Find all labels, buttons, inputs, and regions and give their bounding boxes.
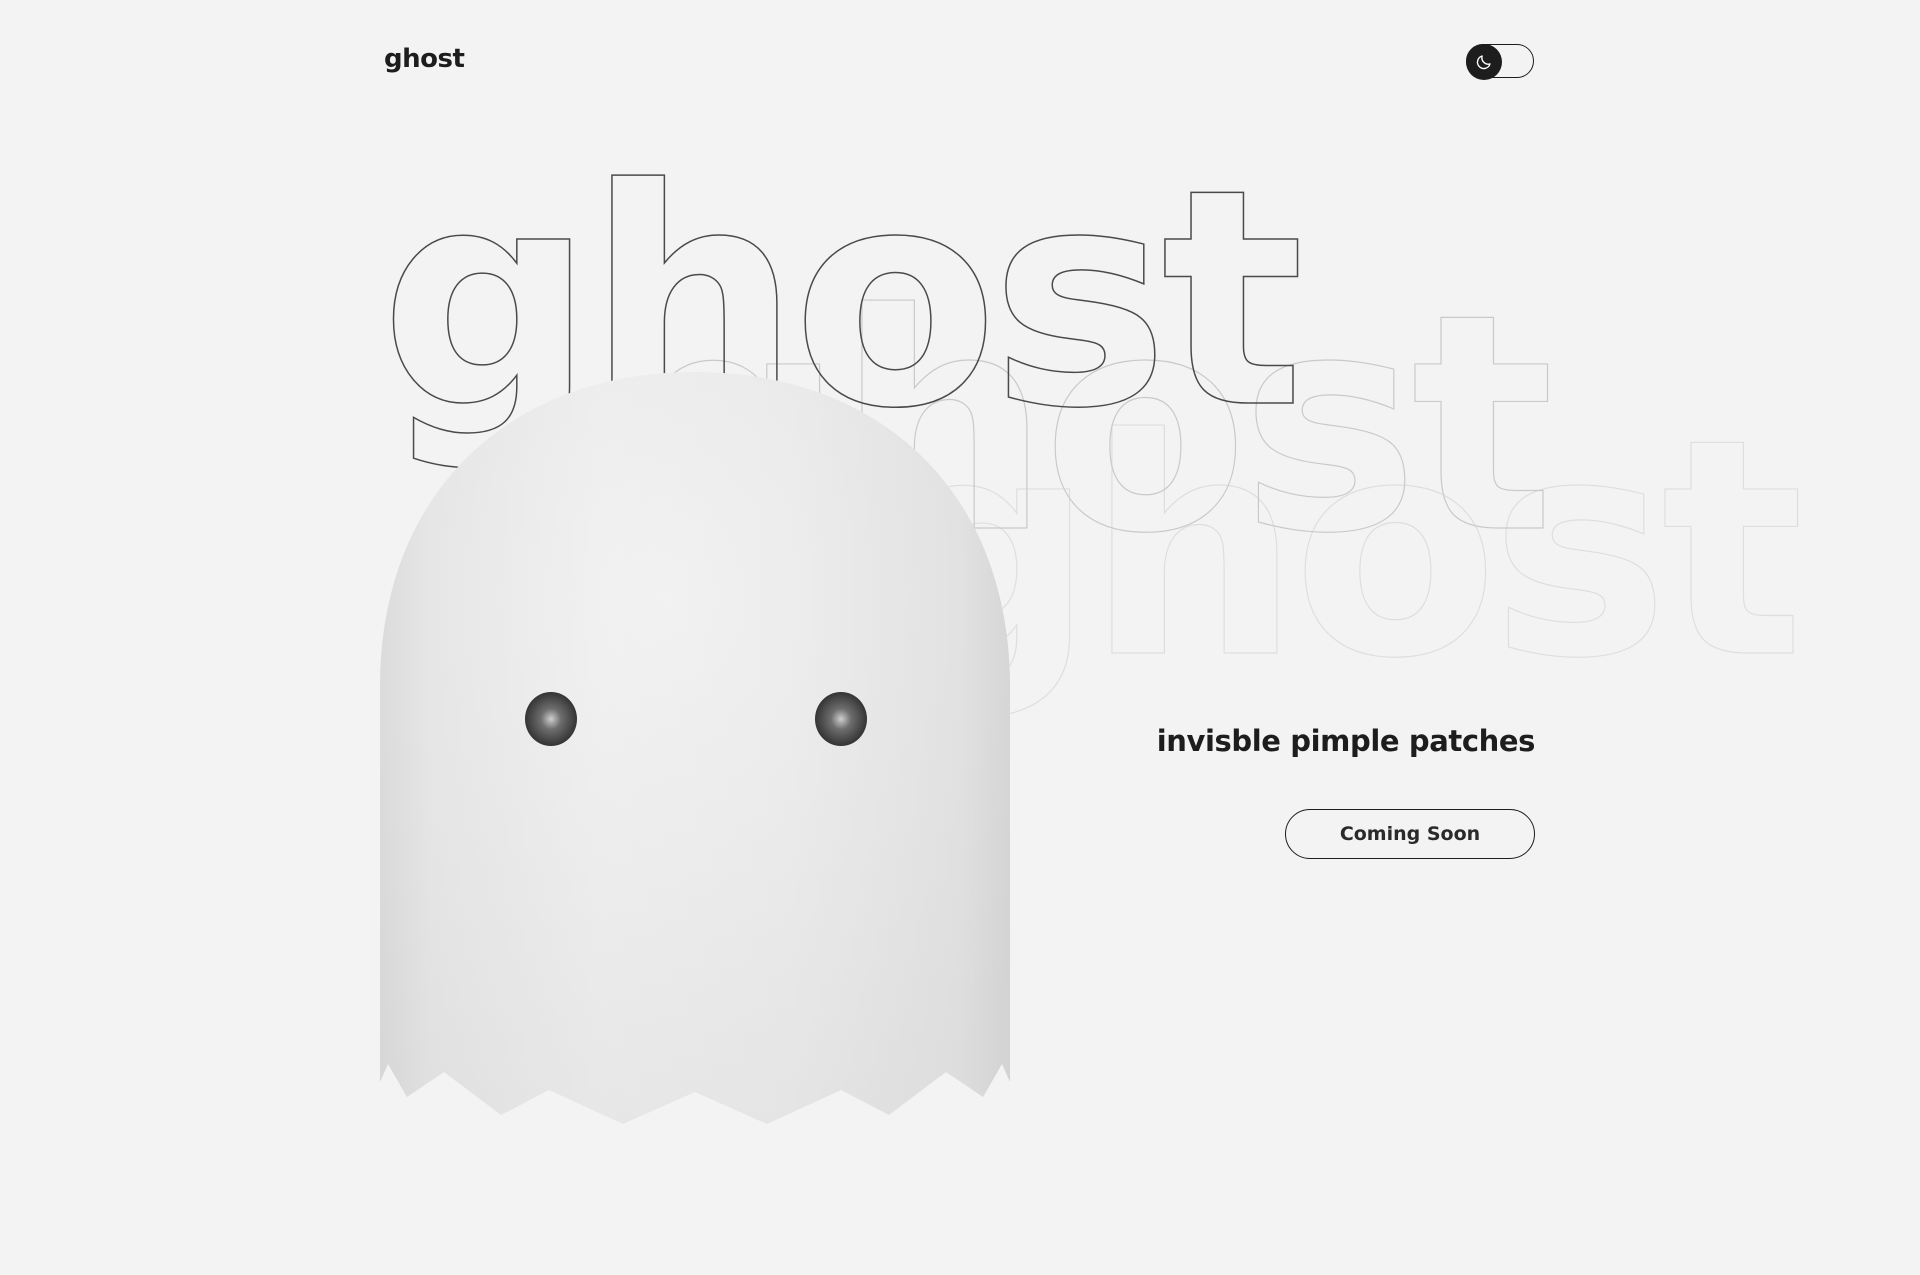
toggle-knob [1466, 44, 1502, 80]
ghost-left-eye [525, 692, 577, 746]
ghost-right-eye [815, 692, 867, 746]
theme-toggle[interactable] [1466, 44, 1534, 80]
ghost-illustration [380, 372, 1010, 1128]
tagline: invisble pimple patches [1156, 724, 1536, 758]
site-logo[interactable]: ghost [384, 44, 465, 74]
coming-soon-button[interactable]: Coming Soon [1285, 809, 1535, 859]
moon-icon [1476, 55, 1491, 70]
landing-page: ghost ghost ghost ghost invisble pimple … [0, 0, 1920, 1275]
